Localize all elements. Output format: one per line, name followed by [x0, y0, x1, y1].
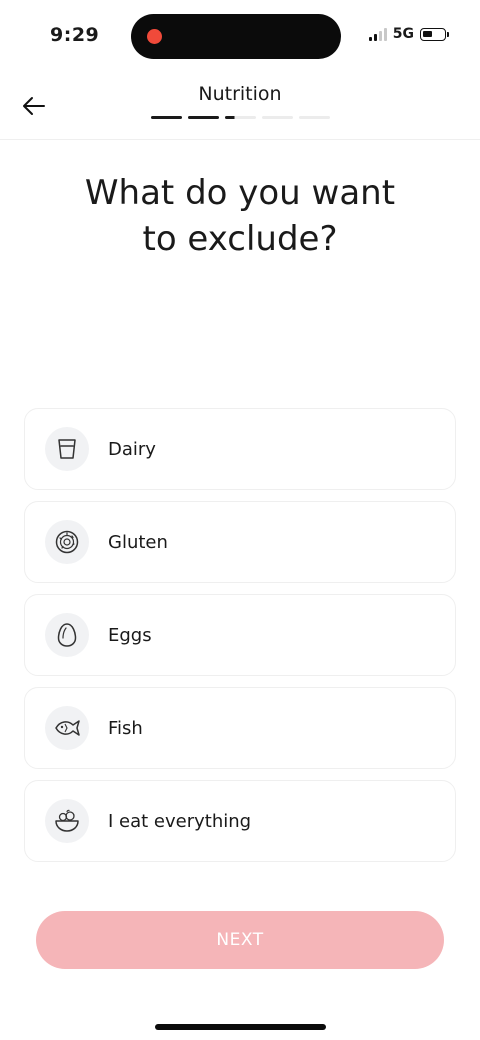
question-line-2: to exclude? [142, 219, 338, 259]
option-i-eat-everything[interactable]: I eat everything [24, 780, 456, 862]
option-eggs[interactable]: Eggs [24, 594, 456, 676]
option-label: Eggs [108, 624, 152, 646]
page-title: Nutrition [198, 83, 282, 105]
option-dairy[interactable]: Dairy [24, 408, 456, 490]
option-label: Fish [108, 717, 143, 739]
egg-icon [45, 613, 89, 657]
glass-icon [45, 427, 89, 471]
network-type: 5G [392, 26, 414, 42]
bowl-icon [45, 799, 89, 843]
status-bar: 9:29 5G [0, 0, 480, 72]
progress-step [262, 116, 293, 119]
question-line-1: What do you want [84, 173, 396, 213]
home-indicator [155, 1024, 326, 1030]
status-indicators: 5G [368, 26, 449, 42]
status-time: 9:29 [50, 24, 100, 46]
option-label: Gluten [108, 531, 168, 553]
progress-step [188, 116, 219, 119]
fish-icon [45, 706, 89, 750]
signal-icon [368, 27, 387, 41]
next-button[interactable]: NEXT [36, 911, 444, 969]
progress-step [151, 116, 182, 119]
question-heading: What do you want to exclude? [30, 170, 450, 262]
option-fish[interactable]: Fish [24, 687, 456, 769]
recording-indicator [147, 29, 162, 44]
progress-step [225, 116, 256, 119]
option-gluten[interactable]: Gluten [24, 501, 456, 583]
step-progress [151, 116, 330, 119]
donut-icon [45, 520, 89, 564]
progress-step [299, 116, 330, 119]
dynamic-island [131, 14, 341, 59]
battery-icon [420, 27, 449, 41]
header: Nutrition [0, 72, 480, 140]
option-label: Dairy [108, 438, 156, 460]
option-label: I eat everything [108, 810, 252, 832]
options-list: Dairy Gluten Eggs Fish I eat everything [24, 408, 456, 873]
